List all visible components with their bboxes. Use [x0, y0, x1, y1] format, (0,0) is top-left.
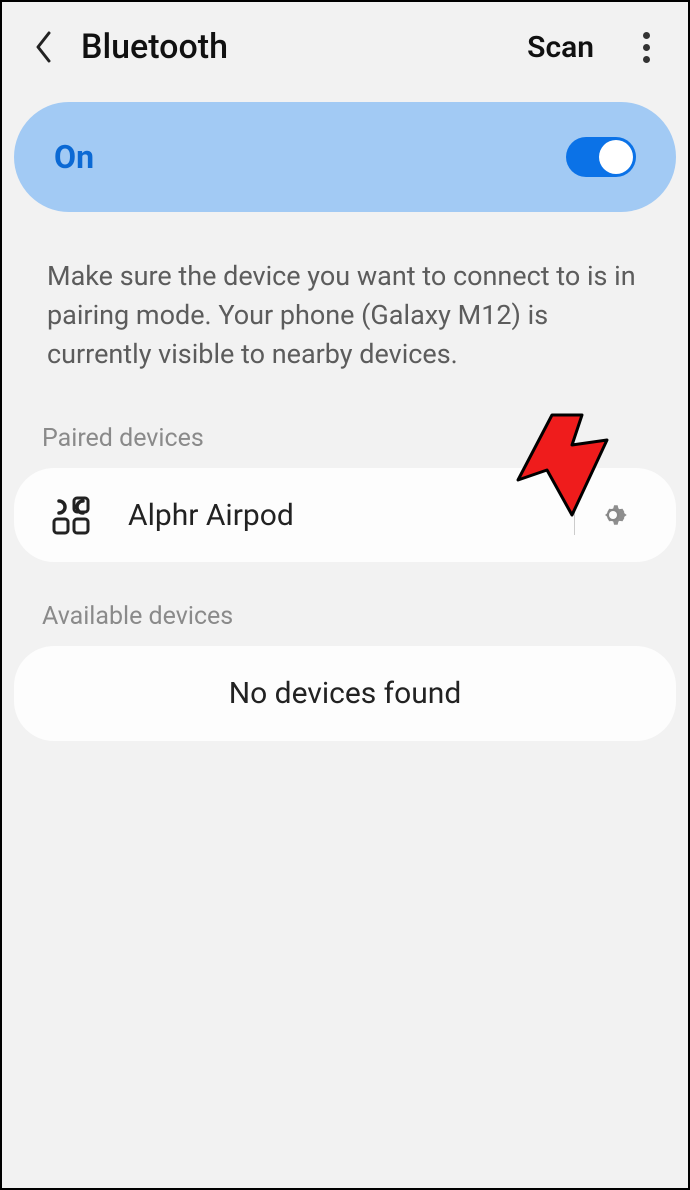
bluetooth-toggle-card[interactable]: On [14, 102, 676, 212]
available-devices-label: Available devices [2, 587, 688, 641]
back-button[interactable] [32, 35, 56, 59]
paired-device-row[interactable]: Alphr Airpod [14, 468, 676, 562]
page-title: Bluetooth [81, 27, 502, 67]
toggle-knob [599, 140, 633, 174]
gear-icon [597, 499, 629, 531]
paired-devices-card: Alphr Airpod [14, 468, 676, 562]
more-options-button[interactable] [634, 32, 658, 63]
paired-devices-label: Paired devices [2, 409, 688, 463]
available-devices-card: No devices found [14, 646, 676, 741]
device-name-label: Alphr Airpod [128, 498, 574, 533]
device-settings-button[interactable] [595, 497, 631, 533]
bluetooth-toggle-switch[interactable] [566, 137, 636, 177]
chevron-left-icon [34, 31, 54, 63]
scan-button[interactable]: Scan [527, 30, 594, 65]
app-header: Bluetooth Scan [2, 2, 688, 92]
bluetooth-status-label: On [54, 138, 94, 176]
no-devices-message: No devices found [14, 646, 676, 741]
more-vertical-icon [643, 32, 650, 39]
audio-device-icon [49, 493, 93, 537]
bluetooth-description: Make sure the device you want to connect… [2, 237, 688, 409]
row-divider [574, 495, 575, 535]
